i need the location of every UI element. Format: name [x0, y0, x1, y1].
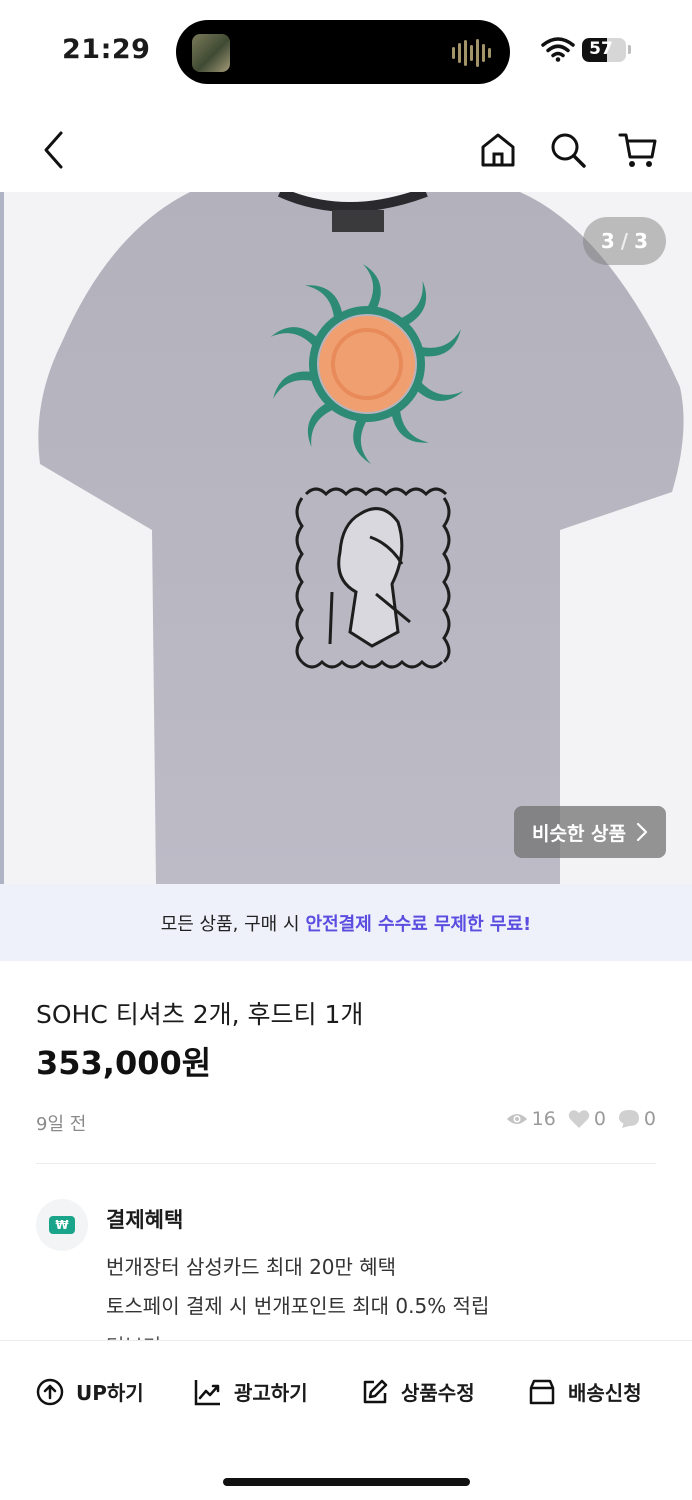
product-title: SOHC 티셔츠 2개, 후드티 1개 [36, 1000, 364, 1029]
view-count: 16 [506, 1108, 556, 1130]
home-icon [481, 133, 515, 167]
up-button-label: UP하기 [76, 1381, 144, 1405]
audio-waveform-icon [452, 38, 492, 68]
similar-products-label: 비슷한 상품 [531, 822, 626, 845]
eye-icon [506, 1114, 527, 1124]
up-button[interactable]: UP하기 [36, 1377, 144, 1406]
wifi-icon [541, 37, 575, 62]
shipping-request-button[interactable]: 배송신청 [528, 1377, 642, 1406]
view-count-value: 16 [531, 1108, 556, 1130]
bottom-action-bar: UP하기 광고하기 상품수정 배송신청 [0, 1340, 692, 1500]
promo-text: 모든 상품, 구매 시 [160, 913, 300, 935]
edit-product-button[interactable]: 상품수정 [361, 1377, 475, 1406]
back-button[interactable] [32, 128, 76, 172]
product-price: 353,000원 [36, 1044, 212, 1082]
now-playing-artwork [192, 34, 230, 72]
status-time: 21:29 [62, 34, 151, 65]
benefit-line-toss: 토스페이 결제 시 번개포인트 최대 0.5% 적립 [106, 1294, 490, 1318]
posted-time: 9일 전 [36, 1114, 87, 1135]
home-indicator[interactable] [223, 1478, 470, 1486]
promo-banner[interactable]: 모든 상품, 구매 시 안전결제 수수료 무제한 무료! [0, 884, 692, 961]
chart-trend-icon [194, 1379, 220, 1405]
box-icon [529, 1379, 555, 1404]
image-counter-current: 3 [600, 229, 615, 253]
chevron-right-icon [636, 822, 648, 842]
advertise-button[interactable]: 광고하기 [194, 1377, 308, 1406]
image-counter-total: 3 [634, 229, 648, 253]
edit-icon [363, 1379, 388, 1403]
product-image-carousel[interactable]: 3 / 3 비슷한 상품 [0, 192, 692, 884]
like-count-value: 0 [593, 1108, 606, 1130]
arrow-up-circle-icon [36, 1378, 64, 1405]
payment-benefit-badge: ₩ [36, 1199, 88, 1251]
advertise-button-label: 광고하기 [234, 1381, 308, 1405]
shipping-request-label: 배송신청 [568, 1381, 642, 1405]
benefit-line-samsung: 번개장터 삼성카드 최대 20만 혜택 [106, 1255, 397, 1279]
search-icon [551, 133, 586, 168]
like-count: 0 [568, 1108, 606, 1130]
product-stats: 16 0 0 [506, 1108, 656, 1130]
chat-count-value: 0 [643, 1108, 656, 1130]
divider [36, 1163, 656, 1164]
cart-button[interactable] [616, 128, 660, 172]
dynamic-island [176, 20, 510, 84]
product-photo [38, 192, 684, 884]
status-bar: 21:29 57 [0, 0, 692, 100]
cart-icon [618, 133, 657, 167]
similar-products-button[interactable]: 비슷한 상품 [513, 806, 666, 858]
chevron-left-icon [44, 131, 63, 169]
promo-highlight: 안전결제 수수료 무제한 무료! [305, 913, 532, 935]
battery-cap [628, 45, 631, 54]
battery-icon: 57 [582, 38, 626, 62]
home-button[interactable] [476, 128, 520, 172]
heart-icon [568, 1110, 590, 1128]
won-icon: ₩ [49, 1216, 75, 1234]
battery-level: 57 [589, 39, 613, 59]
image-counter-separator: / [620, 229, 629, 253]
benefit-title: 결제혜택 [106, 1208, 184, 1232]
chat-count: 0 [618, 1108, 656, 1130]
image-counter: 3 / 3 [582, 217, 666, 265]
chat-bubble-icon [618, 1110, 639, 1128]
edit-product-label: 상품수정 [401, 1381, 475, 1405]
top-nav [0, 110, 692, 190]
search-button[interactable] [546, 128, 590, 172]
